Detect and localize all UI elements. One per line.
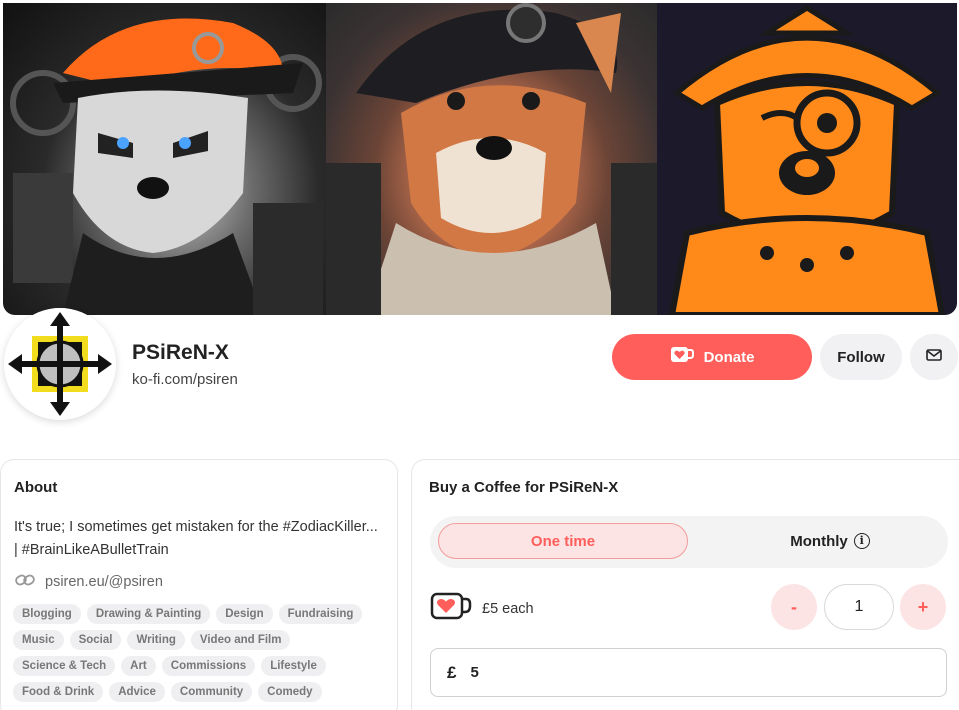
tag-chip[interactable]: Commissions bbox=[161, 656, 256, 676]
tag-list: Blogging Drawing & Painting Design Fundr… bbox=[13, 604, 393, 702]
monthly-tab[interactable]: Monthly i bbox=[730, 523, 930, 559]
price-label: £5 each bbox=[482, 600, 534, 617]
tag-chip[interactable]: Design bbox=[216, 604, 273, 624]
frequency-toggle: One time Monthly i bbox=[430, 516, 948, 568]
currency-symbol: £ bbox=[447, 662, 457, 682]
buy-coffee-title: Buy a Coffee for PSiReN-X bbox=[429, 479, 619, 496]
decrement-button[interactable]: - bbox=[771, 584, 817, 630]
coffee-cup-icon bbox=[670, 346, 694, 368]
about-bio: It's true; I sometimes get mistaken for … bbox=[14, 519, 378, 558]
banner-image-shiba bbox=[326, 3, 657, 315]
about-link[interactable]: psiren.eu/@psiren bbox=[15, 573, 163, 591]
tag-chip[interactable]: Comedy bbox=[258, 682, 322, 702]
tag-chip[interactable]: Social bbox=[69, 630, 122, 650]
amount-field[interactable]: £ 5 bbox=[430, 648, 947, 697]
follow-button[interactable]: Follow bbox=[820, 334, 902, 380]
price-row: £5 each bbox=[430, 592, 534, 625]
tag-chip[interactable]: Community bbox=[170, 682, 253, 702]
tag-chip[interactable]: Writing bbox=[127, 630, 185, 650]
tag-chip[interactable]: Video and Film bbox=[190, 630, 291, 650]
buy-coffee-card: Buy a Coffee for PSiReN-X One time Month… bbox=[411, 459, 959, 710]
tag-chip[interactable]: Science & Tech bbox=[13, 656, 116, 676]
mail-icon bbox=[926, 348, 942, 366]
info-icon[interactable]: i bbox=[853, 533, 870, 549]
donate-button[interactable]: Donate bbox=[612, 334, 812, 380]
tag-chip[interactable]: Fundraising bbox=[278, 604, 363, 624]
about-card: About It's true; I sometimes get mistake… bbox=[0, 459, 398, 710]
tag-chip[interactable]: Blogging bbox=[13, 604, 81, 624]
banner-image-wolf bbox=[3, 3, 326, 315]
profile-avatar[interactable] bbox=[4, 308, 116, 420]
amount-value[interactable]: 5 bbox=[470, 664, 478, 681]
link-icon bbox=[15, 573, 35, 591]
donate-label: Donate bbox=[703, 348, 755, 366]
monthly-label: Monthly bbox=[790, 532, 848, 550]
about-title: About bbox=[14, 479, 58, 496]
about-link-text[interactable]: psiren.eu/@psiren bbox=[45, 574, 163, 590]
tag-chip[interactable]: Music bbox=[13, 630, 64, 650]
tag-chip[interactable]: Drawing & Painting bbox=[86, 604, 211, 624]
one-time-tab[interactable]: One time bbox=[438, 523, 688, 559]
message-button[interactable] bbox=[910, 334, 958, 380]
tag-chip[interactable]: Food & Drink bbox=[13, 682, 104, 702]
coffee-cup-icon bbox=[430, 592, 472, 625]
profile-banner bbox=[3, 3, 957, 315]
banner-image-pirate bbox=[657, 3, 957, 315]
quantity-field[interactable]: 1 bbox=[824, 584, 894, 630]
tag-chip[interactable]: Lifestyle bbox=[261, 656, 326, 676]
profile-name: PSiReN-X bbox=[132, 341, 229, 364]
tag-chip[interactable]: Advice bbox=[109, 682, 165, 702]
increment-button[interactable]: + bbox=[900, 584, 946, 630]
profile-url[interactable]: ko-fi.com/psiren bbox=[132, 371, 238, 388]
tag-chip[interactable]: Art bbox=[121, 656, 156, 676]
